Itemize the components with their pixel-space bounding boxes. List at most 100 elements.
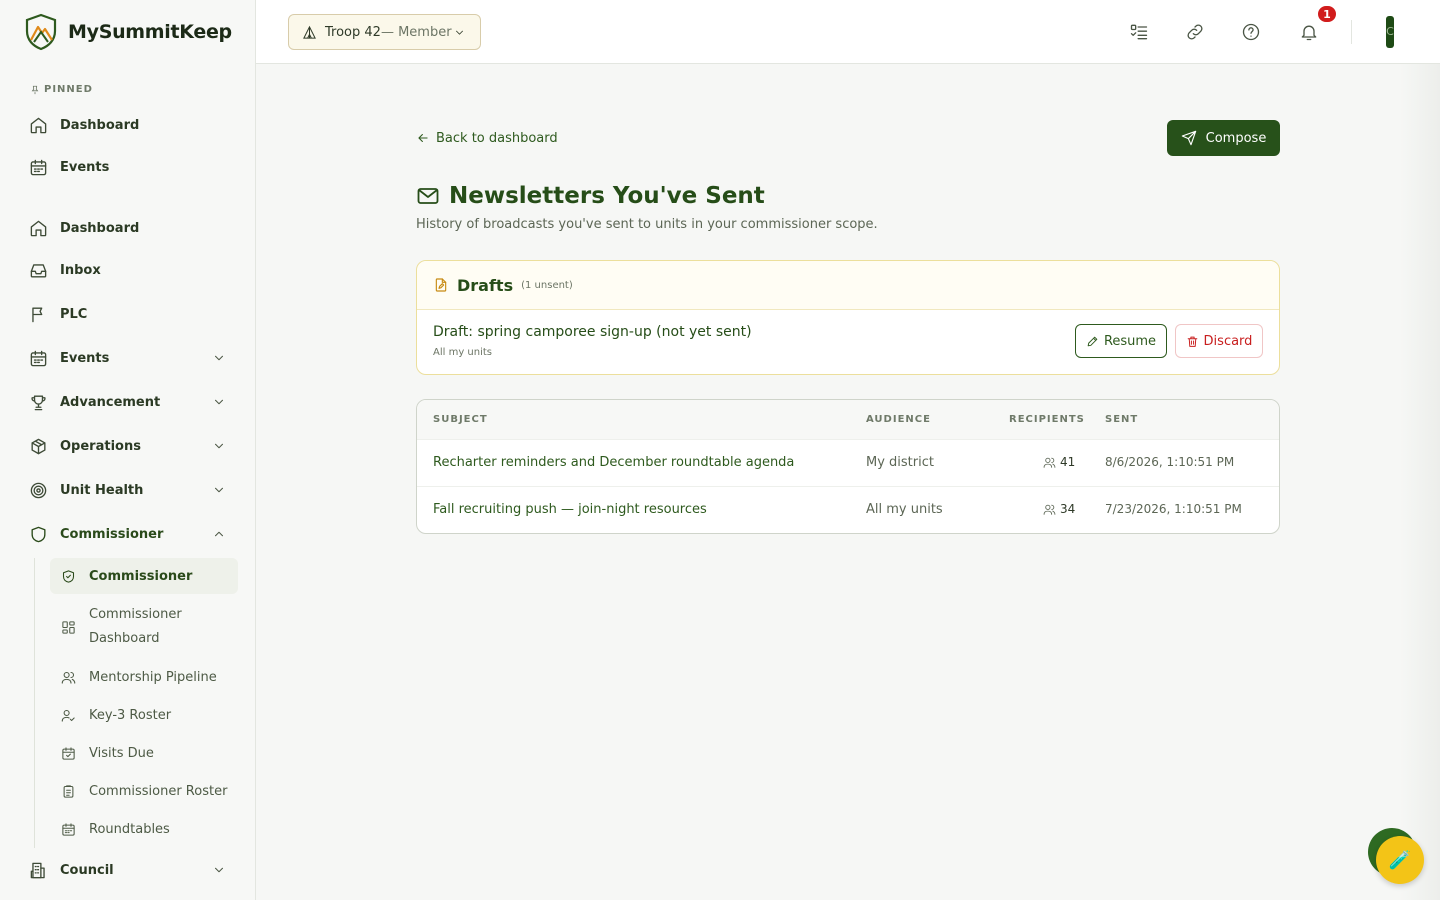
column-header-recipients: RECIPIENTS	[1009, 414, 1085, 425]
draft-subject[interactable]: Draft: spring camporee sign-up (not yet …	[433, 324, 752, 340]
tent-icon	[303, 25, 316, 39]
side-panel-shadow	[1400, 64, 1440, 900]
row-audience: My district	[866, 455, 934, 470]
column-header-subject: SUBJECT	[433, 414, 488, 425]
row-recipients: 41	[1043, 455, 1075, 469]
row-recipients: 34	[1043, 502, 1075, 516]
notification-badge: 1	[1316, 4, 1338, 24]
sidebar-item-events[interactable]: Events	[20, 340, 240, 376]
top-header: Troop 42 — Member 1 C	[256, 0, 1440, 64]
sub-item-commissioner[interactable]: Commissioner	[50, 558, 238, 594]
header-divider	[1351, 20, 1352, 44]
chevron-down-icon	[212, 439, 226, 453]
send-icon	[1181, 130, 1196, 146]
table-row[interactable]: Fall recruiting push — join-night resour…	[417, 487, 1279, 533]
sub-item-key3-roster[interactable]: Key-3 Roster	[50, 702, 238, 728]
mountain-shield-icon	[25, 13, 57, 51]
calendar-check-icon	[60, 745, 76, 761]
chevron-down-icon	[212, 395, 226, 409]
grid-icon	[60, 619, 76, 635]
sidebar-item-commissioner[interactable]: Commissioner	[20, 516, 240, 552]
shield-check-icon	[60, 568, 76, 584]
sidebar-item-unit-health[interactable]: Unit Health	[20, 472, 240, 508]
sub-item-commissioner-roster[interactable]: Commissioner Roster	[50, 778, 238, 804]
compose-button[interactable]: Compose	[1167, 120, 1280, 156]
discard-draft-button[interactable]: Discard	[1175, 324, 1263, 358]
row-sent-date: 7/23/2026, 1:10:51 PM	[1105, 502, 1242, 516]
page-title: Newsletters You've Sent	[416, 180, 765, 212]
chevron-up-icon	[212, 527, 226, 541]
page-subtitle: History of broadcasts you've sent to uni…	[416, 217, 878, 232]
column-header-audience: AUDIENCE	[866, 414, 931, 425]
pinned-item-events[interactable]: Events	[20, 149, 240, 185]
pinned-item-dashboard[interactable]: Dashboard	[20, 107, 240, 143]
chevron-down-icon	[212, 863, 226, 877]
target-icon	[28, 480, 48, 500]
checklist-icon[interactable]	[1127, 20, 1151, 44]
help-icon[interactable]	[1239, 20, 1263, 44]
test-tube-fab[interactable]: 🧪	[1376, 836, 1424, 884]
drafts-card: Drafts (1 unsent) Draft: spring camporee…	[416, 260, 1280, 375]
calendar-icon	[60, 821, 76, 837]
sub-item-visits-due[interactable]: Visits Due	[50, 740, 238, 766]
chevron-down-icon	[453, 26, 466, 43]
column-header-sent: SENT	[1105, 414, 1139, 425]
test-tube-icon: 🧪	[1388, 849, 1412, 871]
trash-icon	[1187, 336, 1197, 347]
drafts-title: Drafts	[457, 275, 514, 295]
calendar-icon	[28, 157, 48, 177]
users-icon	[1043, 504, 1056, 515]
sidebar-item-dashboard[interactable]: Dashboard	[20, 210, 240, 246]
box-icon	[28, 436, 48, 456]
calendar-icon	[28, 348, 48, 368]
sidebar-item-council[interactable]: Council	[20, 852, 240, 888]
shield-icon	[28, 524, 48, 544]
user-check-icon	[60, 707, 76, 723]
sub-item-mentorship-pipeline[interactable]: Mentorship Pipeline	[50, 664, 238, 690]
link-icon[interactable]	[1183, 20, 1207, 44]
table-header: SUBJECT AUDIENCE RECIPIENTS SENT	[417, 400, 1279, 440]
arrow-left-icon	[418, 133, 428, 143]
sidebar-item-operations[interactable]: Operations	[20, 428, 240, 464]
bell-icon[interactable]	[1297, 20, 1321, 44]
flag-icon	[28, 304, 48, 324]
brand-logo[interactable]: MySummitKeep	[24, 12, 232, 52]
home-icon	[28, 218, 48, 238]
row-subject[interactable]: Fall recruiting push — join-night resour…	[433, 502, 707, 517]
unit-name: Troop 42	[325, 24, 381, 40]
sub-item-commissioner-dashboard[interactable]: Commissioner Dashboard	[50, 600, 238, 654]
back-to-dashboard-link[interactable]: Back to dashboard	[416, 128, 558, 148]
row-subject[interactable]: Recharter reminders and December roundta…	[433, 455, 794, 470]
pinned-section-label: PINNED	[30, 84, 93, 95]
drafts-count: (1 unsent)	[521, 279, 573, 291]
file-draft-icon	[435, 278, 447, 292]
draft-item: Draft: spring camporee sign-up (not yet …	[417, 310, 1279, 374]
resume-draft-button[interactable]: Resume	[1075, 324, 1167, 358]
row-audience: All my units	[866, 502, 943, 517]
chevron-down-icon	[212, 483, 226, 497]
pin-icon	[31, 85, 39, 94]
drafts-header: Drafts (1 unsent)	[417, 261, 1279, 310]
draft-audience: All my units	[433, 347, 492, 358]
pencil-icon	[1087, 336, 1098, 346]
sidebar-item-plc[interactable]: PLC	[20, 296, 240, 332]
chevron-down-icon	[212, 351, 226, 365]
building-icon	[28, 860, 48, 880]
sub-item-roundtables[interactable]: Roundtables	[50, 816, 238, 842]
sidebar-item-inbox[interactable]: Inbox	[20, 252, 240, 288]
avatar[interactable]: C	[1386, 16, 1394, 48]
home-icon	[28, 115, 48, 135]
mail-icon	[417, 188, 439, 204]
inbox-icon	[28, 260, 48, 280]
unit-switcher[interactable]: Troop 42 — Member	[288, 14, 481, 50]
sent-newsletters-table: SUBJECT AUDIENCE RECIPIENTS SENT Rechart…	[416, 399, 1280, 534]
users-icon	[60, 669, 76, 685]
subnav-guide-line	[34, 558, 35, 848]
users-icon	[1043, 457, 1056, 468]
table-row[interactable]: Recharter reminders and December roundta…	[417, 440, 1279, 487]
trophy-icon	[28, 392, 48, 412]
sidebar-item-advancement[interactable]: Advancement	[20, 384, 240, 420]
row-sent-date: 8/6/2026, 1:10:51 PM	[1105, 455, 1235, 469]
clipboard-icon	[60, 783, 76, 799]
sidebar: MySummitKeep PINNED Dashboard Events Das…	[0, 0, 256, 900]
